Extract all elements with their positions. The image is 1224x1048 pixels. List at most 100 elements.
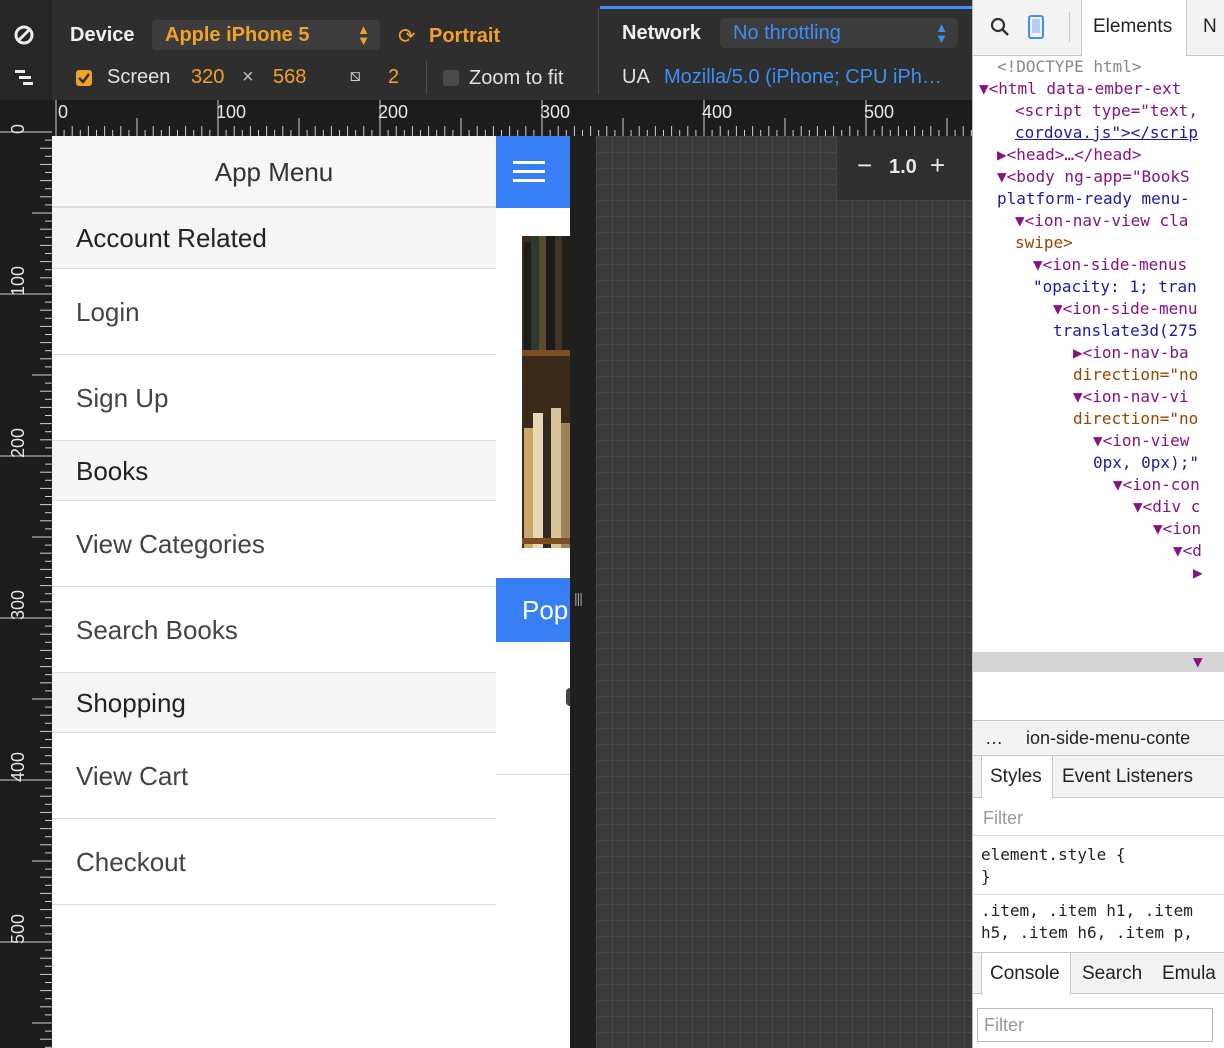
network-select[interactable]: No throttling ▲ ▼ <box>720 18 958 48</box>
dom-node[interactable]: ▼<ion-nav-vi <box>1073 386 1224 408</box>
disable-emulation-icon[interactable] <box>13 24 35 50</box>
shelf <box>522 350 570 356</box>
horizontal-ruler: 0 100 200 300 400 500 <box>52 100 972 136</box>
tab-elements[interactable]: Elements <box>1081 0 1187 56</box>
zoom-level: 1.0 <box>889 156 917 178</box>
emulation-settings-icon[interactable] <box>13 68 35 92</box>
drawer-tabbar: Console Search Emula <box>973 952 1224 995</box>
device-mode-icon[interactable] <box>1027 14 1045 45</box>
dom-node[interactable]: platform-ready menu- <box>997 188 1224 210</box>
dom-node[interactable]: cordova.js"></scrip <box>1015 122 1224 144</box>
ruler-label: 100 <box>8 265 28 296</box>
emulation-canvas <box>596 136 972 1048</box>
zoom-to-fit-checkbox[interactable] <box>443 70 459 86</box>
dom-node[interactable]: ▶ <box>1193 562 1224 584</box>
dom-node[interactable]: swipe> <box>1015 232 1224 254</box>
zoom-to-fit-label: Zoom to fit <box>469 67 564 89</box>
menu-item-view-categories[interactable]: View Categories <box>52 501 496 587</box>
dom-node[interactable]: direction="no <box>1073 408 1224 430</box>
breadcrumb-ellipsis[interactable]: … <box>985 728 1003 748</box>
dom-node[interactable]: ▼<ion-nav-view cla <box>1015 210 1224 232</box>
pixel-ratio-input[interactable]: 2 <box>388 66 399 89</box>
ua-input[interactable]: Mozilla/5.0 (iPhone; CPU iPh… <box>664 66 942 89</box>
dom-node[interactable]: direction="no <box>1073 364 1224 386</box>
selected-dom-node[interactable]: ▼ <box>1193 652 1224 672</box>
menu-item-view-cart[interactable]: View Cart <box>52 733 496 819</box>
ruler-label: 100 <box>216 102 247 122</box>
css-rule-selector[interactable]: .item, .item h1, .item <box>981 900 1193 922</box>
inspect-icon[interactable] <box>989 16 1011 43</box>
toolbar-divider <box>598 8 599 94</box>
styles-tabbar: Styles Event Listeners <box>973 756 1224 798</box>
tab-styles-label: Styles <box>990 766 1042 787</box>
menu-item-sign-up[interactable]: Sign Up <box>52 355 496 441</box>
ruler-label: 400 <box>8 751 28 782</box>
orientation-button[interactable]: Portrait <box>429 25 500 48</box>
close-brace: } <box>981 867 991 886</box>
dom-node[interactable]: ▼<ion-side-menu <box>1053 298 1224 320</box>
dom-node[interactable]: ▼<div c <box>1133 496 1224 518</box>
menu-item-login[interactable]: Login <box>52 269 496 355</box>
dom-breadcrumb[interactable]: … ion-side-menu-conte <box>973 720 1224 756</box>
dom-node[interactable]: ▼<ion <box>1153 518 1224 540</box>
dom-tree[interactable]: <!DOCTYPE html> ▼<html data-ember-ext <s… <box>973 56 1224 720</box>
devtools-window: Device Apple iPhone 5 ▲ ▼ ⟳ Portrait Netw… <box>0 0 1224 1048</box>
dom-node[interactable]: ▶<ion-nav-ba <box>1073 342 1224 364</box>
tab-search[interactable]: Search <box>1082 963 1142 985</box>
breadcrumb-item[interactable]: ion-side-menu-conte <box>1026 728 1190 748</box>
menu-toggle-button[interactable] <box>496 136 570 208</box>
css-rule-selector[interactable]: h5, .item h6, .item p, <box>981 922 1193 944</box>
side-menu: App Menu Account Related Login Sign Up B… <box>52 136 496 1048</box>
toolbar-left-column <box>0 0 52 100</box>
tab-emulation[interactable]: Emula <box>1162 963 1216 985</box>
rule-separator <box>973 894 1224 895</box>
screen-height-input[interactable]: 568 <box>273 66 306 89</box>
device-label: Device <box>70 24 135 46</box>
ruler-label: 400 <box>702 102 733 122</box>
tab-network[interactable]: N <box>1203 16 1217 38</box>
device-select[interactable]: Apple iPhone 5 ▲ ▼ <box>152 20 380 50</box>
dom-node[interactable]: ▶<head>…</head> <box>997 144 1224 166</box>
tab-event-listeners[interactable]: Event Listeners <box>1062 766 1193 788</box>
emulation-toolbar: Device Apple iPhone 5 ▲ ▼ ⟳ Portrait Netw… <box>0 0 972 100</box>
rotate-icon[interactable]: ⟳ <box>398 24 416 49</box>
vertical-ruler: 0 100 200 300 400 500 <box>0 100 52 1048</box>
dom-node[interactable]: ▼<html data-ember-ext <box>979 78 1224 100</box>
select-arrows-icon: ▲ ▼ <box>935 20 948 46</box>
screen-width-input[interactable]: 320 <box>191 66 224 89</box>
dom-node[interactable]: ▼<ion-view <box>1093 430 1224 452</box>
device-select-value: Apple iPhone 5 <box>165 24 310 46</box>
dom-node[interactable]: <script type="text, <box>1015 100 1224 122</box>
network-select-value: No throttling <box>733 22 841 44</box>
device-viewport: App Menu Account Related Login Sign Up B… <box>52 136 570 1048</box>
ruler-label: 0 <box>8 123 28 134</box>
menu-divider-account: Account Related <box>52 208 496 269</box>
ruler-label: 0 <box>58 102 69 122</box>
devtools-panel: Elements N <!DOCTYPE html> ▼<html data-e… <box>972 0 1224 1048</box>
ua-label: UA <box>622 66 650 88</box>
styles-filter-input[interactable]: Filter <box>973 800 1224 836</box>
dom-node[interactable]: ▼<d <box>1173 540 1224 562</box>
screen-label: Screen <box>107 66 171 88</box>
dom-node[interactable]: ▼<body ng-app="BookS <box>997 166 1224 188</box>
ruler-label: 500 <box>864 102 895 122</box>
screen-checkbox[interactable] <box>76 70 92 86</box>
bookshelf-image <box>522 236 570 548</box>
grip-icon: ||| <box>574 590 583 606</box>
element-style-rule[interactable]: element.style { <box>981 844 1126 866</box>
dom-node[interactable]: translate3d(275 <box>1053 320 1224 342</box>
dom-node[interactable]: 0px, 0px);" <box>1093 452 1224 474</box>
popular-button[interactable]: Pop <box>496 578 570 642</box>
zoom-in-button[interactable]: + <box>930 152 945 178</box>
dom-node[interactable]: ▼<ion-con <box>1113 474 1224 496</box>
dom-node[interactable]: ▼<ion-side-menus <box>1033 254 1224 276</box>
dom-node[interactable]: "opacity: 1; tran <box>1033 276 1224 298</box>
dom-node[interactable]: <!DOCTYPE html> <box>997 56 1224 78</box>
zoom-out-button[interactable]: − <box>857 152 872 178</box>
ruler-ticks <box>0 131 52 1048</box>
viewport-resize-handle[interactable]: ||| <box>570 136 596 1048</box>
console-filter-input[interactable]: Filter <box>977 1008 1213 1042</box>
menu-item-checkout[interactable]: Checkout <box>52 819 496 905</box>
menu-item-search-books[interactable]: Search Books <box>52 587 496 673</box>
ruler-label: 200 <box>378 102 409 122</box>
